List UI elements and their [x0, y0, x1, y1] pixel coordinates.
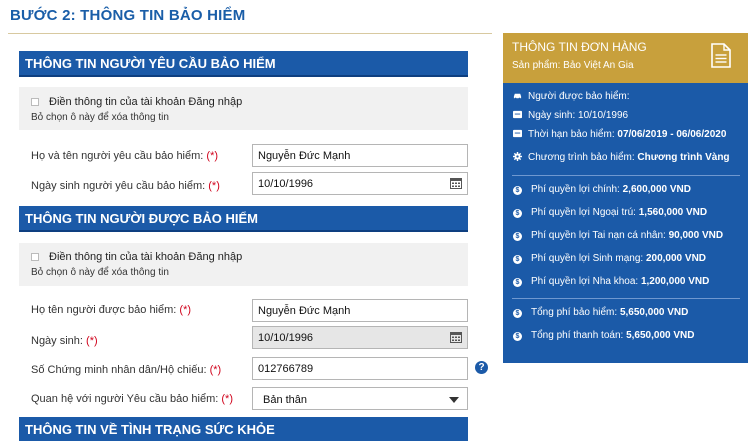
- insured-clear-hint: Bỏ chọn ô này để xóa thông tin: [31, 267, 169, 278]
- insured-relation-label: Quan hệ với người Yêu cầu bảo hiểm: (*): [31, 393, 233, 405]
- money-icon: $: [513, 255, 522, 264]
- requester-name-label: Họ và tên người yêu cầu bảo hiểm: (*): [31, 150, 219, 162]
- requester-fill-checkbox-row[interactable]: Điền thông tin của tài khoản Đăng nhập: [31, 96, 242, 108]
- requester-account-fill-box: Điền thông tin của tài khoản Đăng nhập B…: [19, 87, 468, 130]
- step-title: BƯỚC 2: THÔNG TIN BẢO HIỂM: [10, 7, 246, 24]
- money-icon: $: [513, 209, 522, 218]
- help-icon[interactable]: ?: [475, 361, 488, 374]
- money-icon: $: [513, 332, 522, 341]
- calendar-icon: [513, 129, 522, 138]
- insured-id-input[interactable]: 012766789: [252, 357, 468, 380]
- insured-fill-checkbox[interactable]: [31, 253, 39, 262]
- health-section-title: THÔNG TIN VỀ TÌNH TRẠNG SỨC KHỎE: [19, 417, 468, 441]
- order-product: Sản phẩm: Bảo Việt An Gia: [512, 60, 634, 71]
- fee-row: $ Phí quyền lợi Sinh mạng: 200,000 VND: [513, 253, 706, 264]
- insured-dob-label: Ngày sinh: (*): [31, 335, 98, 347]
- requester-section-title: THÔNG TIN NGƯỜI YÊU CẦU BẢO HIỂM: [19, 51, 468, 77]
- insured-account-fill-box: Điền thông tin của tài khoản Đăng nhập B…: [19, 243, 468, 286]
- requester-dob-input[interactable]: 10/10/1996: [252, 172, 468, 195]
- order-program-row: Chương trình bảo hiểm: Chương trình Vàng: [513, 152, 730, 163]
- document-icon: [711, 43, 731, 68]
- divider: [512, 175, 740, 176]
- insured-section-title: THÔNG TIN NGƯỜI ĐƯỢC BẢO HIỂM: [19, 206, 468, 232]
- fee-row: $ Phí quyền lợi Ngoại trú: 1,560,000 VND: [513, 207, 707, 218]
- insured-name-input[interactable]: Nguyễn Đức Mạnh: [252, 299, 468, 322]
- requester-dob-value: 10/10/1996: [258, 178, 314, 190]
- gear-icon: [513, 152, 522, 161]
- requester-clear-hint: Bỏ chọn ô này để xóa thông tin: [31, 112, 169, 123]
- order-summary-panel: Người được bảo hiểm: Ngày sinh: 10/10/19…: [503, 83, 748, 363]
- divider: [512, 298, 740, 299]
- fee-row: $ Phí quyền lợi chính: 2,600,000 VND: [513, 184, 691, 195]
- chevron-down-icon: [449, 397, 459, 403]
- total-payment-row: $ Tổng phí thanh toán: 5,650,000 VND: [513, 330, 694, 341]
- fee-row: $ Phí quyền lợi Nha khoa: 1,200,000 VND: [513, 276, 709, 287]
- order-term-row: Thời hạn bảo hiểm: 07/06/2019 - 06/06/20…: [513, 129, 726, 140]
- calendar-icon: [450, 332, 462, 343]
- requester-dob-label: Ngày sinh người yêu cầu bảo hiểm: (*): [31, 180, 220, 192]
- insured-relation-select[interactable]: Bản thân: [252, 387, 468, 410]
- insured-fill-label: Điền thông tin của tài khoản Đăng nhập: [49, 251, 243, 263]
- requester-name-input[interactable]: Nguyễn Đức Mạnh: [252, 144, 468, 167]
- insured-dob-value: 10/10/1996: [258, 332, 314, 344]
- insured-fill-checkbox-row[interactable]: Điền thông tin của tài khoản Đăng nhập: [31, 251, 242, 263]
- requester-fill-label: Điền thông tin của tài khoản Đăng nhập: [49, 96, 243, 108]
- money-icon: $: [513, 309, 522, 318]
- order-summary-header: THÔNG TIN ĐƠN HÀNG Sản phẩm: Bảo Việt An…: [503, 33, 748, 83]
- insured-name-label: Họ tên người được bảo hiểm: (*): [31, 304, 192, 316]
- total-premium-row: $ Tổng phí bảo hiểm: 5,650,000 VND: [513, 307, 688, 318]
- fee-row: $ Phí quyền lợi Tai nạn cá nhân: 90,000 V…: [513, 230, 723, 241]
- order-title: THÔNG TIN ĐƠN HÀNG: [512, 40, 647, 54]
- money-icon: $: [513, 186, 522, 195]
- insured-id-label: Số Chứng minh nhân dân/Hộ chiếu: (*): [31, 364, 222, 376]
- money-icon: $: [513, 278, 522, 287]
- order-dob-row: Ngày sinh: 10/10/1996: [513, 110, 628, 121]
- divider: [8, 33, 492, 34]
- money-icon: $: [513, 232, 522, 241]
- requester-fill-checkbox[interactable]: [31, 98, 39, 107]
- car-icon: [513, 93, 522, 100]
- calendar-icon[interactable]: [450, 177, 462, 189]
- id-card-icon: [513, 110, 522, 119]
- insured-relation-value: Bản thân: [263, 394, 308, 406]
- insured-dob-input: 10/10/1996: [252, 326, 468, 349]
- order-insured-row: Người được bảo hiểm:: [513, 91, 630, 102]
